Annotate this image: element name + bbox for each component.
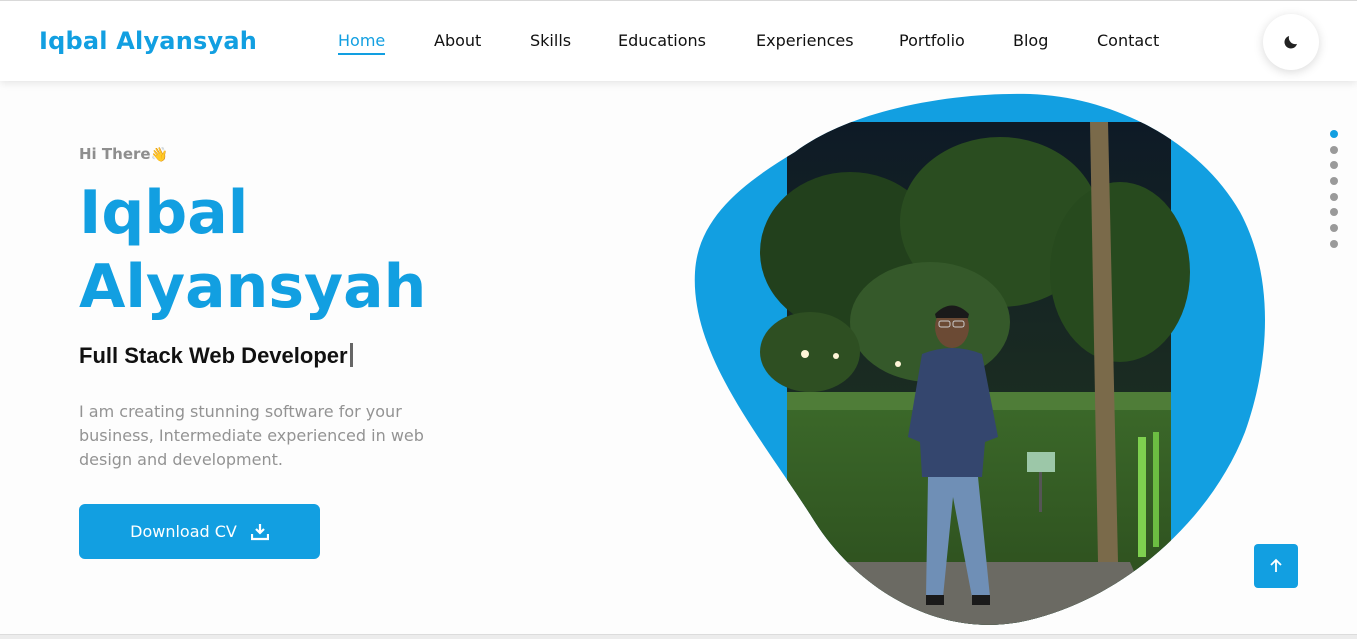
- section-dot[interactable]: [1330, 161, 1338, 170]
- download-cv-label: Download CV: [130, 522, 237, 541]
- brand-logo[interactable]: Iqbal Alyansyah: [39, 27, 257, 55]
- scroll-to-top-button[interactable]: [1254, 544, 1298, 588]
- section-dot[interactable]: [1330, 177, 1338, 186]
- greeting-text: Hi There: [79, 145, 151, 163]
- page-bottom-edge: [0, 634, 1357, 639]
- section-dot[interactable]: [1330, 192, 1338, 201]
- typing-cursor: [349, 343, 353, 367]
- name-line-1: Iqbal: [79, 178, 249, 248]
- section-dots: [1330, 130, 1338, 256]
- section-dot[interactable]: [1330, 208, 1338, 217]
- section-dot[interactable]: [1330, 224, 1338, 233]
- nav-blog[interactable]: Blog: [1013, 31, 1048, 50]
- nav-contact[interactable]: Contact: [1097, 31, 1159, 50]
- section-dot[interactable]: [1330, 130, 1338, 138]
- site-header: Iqbal Alyansyah Home About Skills Educat…: [0, 0, 1357, 81]
- section-dot[interactable]: [1330, 239, 1338, 248]
- moon-icon: [1284, 36, 1297, 49]
- nav-portfolio[interactable]: Portfolio: [899, 31, 965, 50]
- nav-skills[interactable]: Skills: [530, 31, 571, 50]
- hero-photo-blob: [694, 93, 1265, 625]
- hero-greeting: Hi There👋: [79, 145, 168, 163]
- hero-description: I am creating stunning software for your…: [79, 402, 424, 469]
- hero-name: Iqbal Alyansyah: [79, 176, 599, 324]
- arrow-up-icon: [1270, 558, 1282, 572]
- nav-experiences[interactable]: Experiences: [756, 31, 854, 50]
- name-line-2: Alyansyah: [79, 252, 427, 322]
- download-icon: [250, 523, 269, 540]
- role-text: Full Stack Web Developer: [79, 343, 348, 368]
- nav-about[interactable]: About: [434, 31, 481, 50]
- nav-educations[interactable]: Educations: [618, 31, 706, 50]
- download-cv-button[interactable]: Download CV: [79, 504, 320, 559]
- nav-home[interactable]: Home: [338, 31, 386, 55]
- section-dot[interactable]: [1330, 145, 1338, 154]
- theme-toggle-button[interactable]: [1263, 14, 1319, 70]
- hero-role: Full Stack Web Developer: [79, 343, 353, 369]
- waving-hand-icon: 👋: [150, 147, 169, 163]
